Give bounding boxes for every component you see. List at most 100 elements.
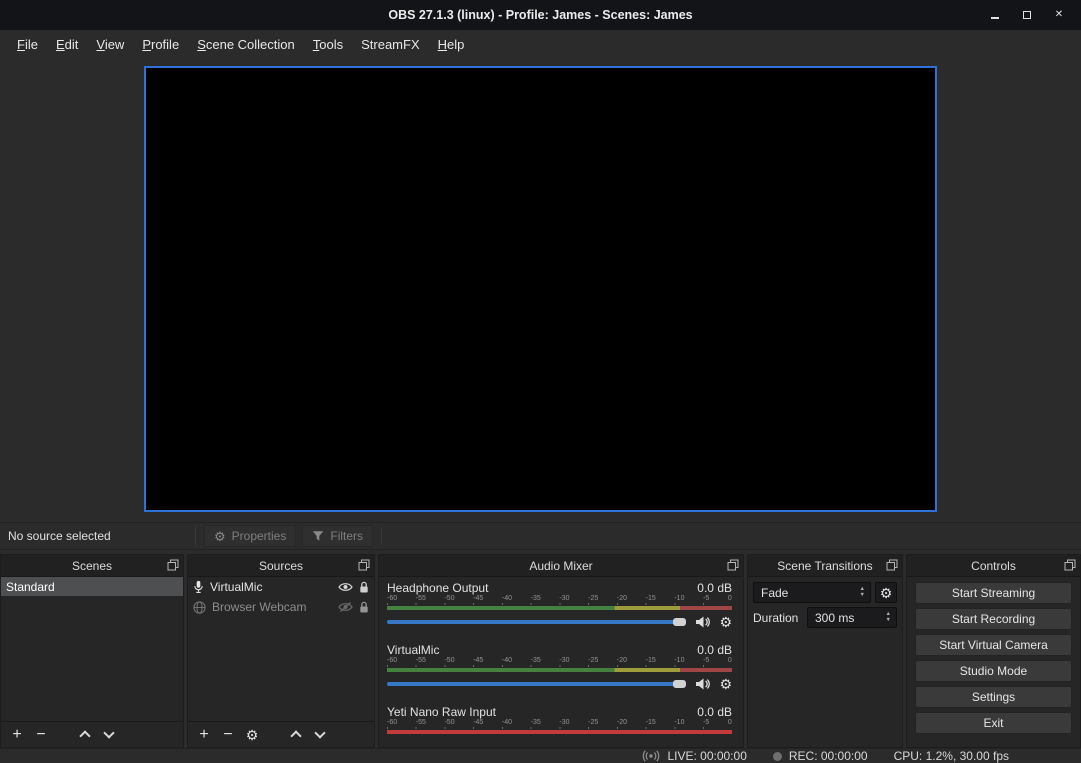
- properties-button[interactable]: ⚙ Properties: [204, 525, 296, 547]
- dock-popout-button[interactable]: [886, 559, 898, 571]
- dock-title: Audio Mixer: [529, 559, 592, 573]
- lock-button[interactable]: [359, 581, 369, 594]
- combo-arrows[interactable]: ▲ ▼: [857, 587, 868, 598]
- source-name: Browser Webcam: [212, 600, 332, 614]
- transition-properties-button[interactable]: ⚙: [875, 582, 897, 603]
- menu-item-profile[interactable]: Profile: [133, 33, 188, 56]
- settings-button[interactable]: Settings: [915, 686, 1072, 708]
- gear-icon: ⚙: [719, 615, 732, 629]
- visibility-button[interactable]: [338, 582, 353, 592]
- visibility-button[interactable]: [338, 602, 353, 612]
- start-virtual-camera-button[interactable]: Start Virtual Camera: [915, 634, 1072, 656]
- scene-move-up-button[interactable]: [73, 725, 97, 745]
- lock-icon: [359, 601, 369, 614]
- scene-move-down-button[interactable]: [97, 725, 121, 745]
- scene-item[interactable]: Standard: [1, 577, 183, 596]
- no-source-label: No source selected: [8, 529, 190, 543]
- minus-icon: −: [223, 727, 232, 743]
- slider-handle[interactable]: [673, 680, 686, 688]
- scenes-dock-header: Scenes: [1, 555, 183, 577]
- transitions-dock-header: Scene Transitions: [748, 555, 902, 577]
- menu-item-streamfx[interactable]: StreamFX: [352, 33, 429, 56]
- speaker-icon: [695, 616, 710, 628]
- gear-icon: ⚙: [880, 586, 893, 600]
- plus-icon: +: [12, 727, 21, 743]
- source-row[interactable]: Browser Webcam: [188, 597, 374, 617]
- channel-name: Headphone Output: [387, 581, 488, 595]
- dock-area: Scenes Standard + − Sources: [0, 550, 1081, 748]
- menu-item-view[interactable]: View: [87, 33, 133, 56]
- channel-name: Yeti Nano Raw Input: [387, 705, 496, 719]
- preview-canvas[interactable]: [144, 66, 937, 512]
- menu-item-edit[interactable]: Edit: [47, 33, 87, 56]
- statusbar: LIVE: 00:00:00 REC: 00:00:00 CPU: 1.2%, …: [0, 748, 1081, 763]
- volume-slider[interactable]: [387, 682, 686, 686]
- audio-settings-button[interactable]: ⚙: [719, 677, 732, 691]
- gear-icon: ⚙: [246, 728, 259, 742]
- dock-popout-button[interactable]: [727, 559, 739, 571]
- dock-popout-button[interactable]: [358, 559, 370, 571]
- mute-button[interactable]: [695, 616, 710, 628]
- volume-slider[interactable]: [387, 620, 686, 624]
- speaker-icon: [695, 678, 710, 690]
- live-timer: LIVE: 00:00:00: [667, 749, 746, 763]
- dock-popout-icon: [886, 559, 898, 571]
- menu-item-scene-collection[interactable]: Scene Collection: [188, 33, 304, 56]
- titlebar: OBS 27.1.3 (linux) - Profile: James - Sc…: [0, 0, 1081, 30]
- audio-mixer-dock: Audio Mixer Headphone Output 0.0 dB -60-…: [378, 554, 744, 748]
- dock-popout-icon: [358, 559, 370, 571]
- add-source-button[interactable]: +: [192, 725, 216, 745]
- audio-settings-button[interactable]: ⚙: [719, 615, 732, 629]
- slider-handle[interactable]: [673, 618, 686, 626]
- controls-dock-header: Controls: [907, 555, 1080, 577]
- menu-item-help[interactable]: Help: [429, 33, 474, 56]
- close-icon: ✕: [1055, 10, 1063, 20]
- filters-button[interactable]: Filters: [302, 525, 373, 547]
- source-toolbar: No source selected ⚙ Properties Filters: [0, 522, 1081, 550]
- chevron-up-icon: [79, 730, 90, 741]
- menu-item-tools[interactable]: Tools: [304, 33, 352, 56]
- scenes-dock: Scenes Standard + −: [0, 554, 184, 748]
- minimize-icon: [991, 17, 999, 19]
- live-status: LIVE: 00:00:00: [642, 749, 746, 763]
- duration-spinbox[interactable]: 300 ms ▲ ▼: [807, 607, 897, 628]
- chevron-down-icon: [103, 727, 114, 738]
- exit-button[interactable]: Exit: [915, 712, 1072, 734]
- db-scale: -60-55-50-45-40-35-30-25-20-15-10-50: [387, 657, 732, 665]
- record-dot-icon: [773, 752, 782, 761]
- filter-icon: [312, 530, 324, 542]
- sources-list: VirtualMic Browser Webcam: [188, 577, 374, 721]
- volume-meter: [387, 730, 732, 734]
- toolbar-separator: [381, 527, 382, 545]
- lock-button[interactable]: [359, 601, 369, 614]
- mixer-channel: VirtualMic 0.0 dB -60-55-50-45-40-35-30-…: [387, 643, 732, 692]
- source-move-down-button[interactable]: [308, 725, 332, 745]
- source-row[interactable]: VirtualMic: [188, 577, 374, 597]
- start-streaming-button[interactable]: Start Streaming: [915, 582, 1072, 604]
- remove-source-button[interactable]: −: [216, 725, 240, 745]
- sources-toolbar: + − ⚙: [188, 721, 374, 747]
- rec-timer: REC: 00:00:00: [789, 749, 868, 763]
- source-name: VirtualMic: [210, 580, 332, 594]
- cpu-status: CPU: 1.2%, 30.00 fps: [894, 749, 1009, 763]
- dock-popout-button[interactable]: [1064, 559, 1076, 571]
- mixer-channel: Headphone Output 0.0 dB -60-55-50-45-40-…: [387, 581, 732, 630]
- close-button[interactable]: ✕: [1043, 0, 1075, 30]
- minimize-button[interactable]: [979, 0, 1011, 30]
- channel-level: 0.0 dB: [697, 581, 732, 595]
- dock-popout-button[interactable]: [167, 559, 179, 571]
- source-properties-button[interactable]: ⚙: [240, 725, 264, 745]
- transition-select[interactable]: Fade ▲ ▼: [753, 582, 871, 603]
- source-move-up-button[interactable]: [284, 725, 308, 745]
- start-recording-button[interactable]: Start Recording: [915, 608, 1072, 630]
- mute-button[interactable]: [695, 678, 710, 690]
- add-scene-button[interactable]: +: [5, 725, 29, 745]
- plus-icon: +: [199, 727, 208, 743]
- maximize-button[interactable]: [1011, 0, 1043, 30]
- spinbox-arrows[interactable]: ▲ ▼: [883, 612, 894, 623]
- channel-name: VirtualMic: [387, 643, 439, 657]
- studio-mode-button[interactable]: Studio Mode: [915, 660, 1072, 682]
- remove-scene-button[interactable]: −: [29, 725, 53, 745]
- menu-item-file[interactable]: File: [8, 33, 47, 56]
- db-tick-marks: [387, 727, 732, 729]
